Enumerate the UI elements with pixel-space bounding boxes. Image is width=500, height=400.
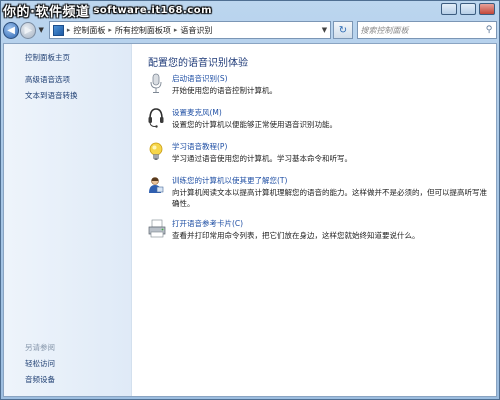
item-description: 查看并打印常用命令列表，把它们放在身边，这样您就始终知道要说什么。 (172, 231, 420, 240)
sidebar-item-audio-devices[interactable]: 音频设备 (25, 374, 55, 385)
content-area: 控制面板主页 高级语音选项 文本到语音转换 另请参阅 轻松访问 音频设备 配置您… (3, 43, 497, 397)
speech-tutorial-link[interactable]: 学习语音教程(P) (172, 141, 227, 152)
recent-pages-dropdown-icon[interactable]: ▼ (38, 26, 43, 34)
printer-icon (148, 219, 166, 238)
window-controls (441, 3, 495, 15)
item-description: 向计算机阅读文本以提高计算机理解您的语音的能力。这样做并不是必须的，但可以提高听… (172, 188, 487, 208)
item-description: 开始使用您的语音控制计算机。 (172, 86, 277, 95)
breadcrumb-item-all-items[interactable]: 所有控制面板项 (115, 25, 171, 36)
breadcrumb-separator-icon[interactable]: ▸ (174, 26, 178, 34)
control-panel-window: 你的·软件频道 software.it168.com ◀ ▶ ▼ ▸ 控制面板 … (0, 0, 500, 400)
list-item: 打开语音参考卡片(C) 查看并打印常用命令列表，把它们放在身边，这样您就始终知道… (145, 218, 490, 242)
list-item: 设置麦克风(M) 设置您的计算机以便能够正常使用语音识别功能。 (145, 107, 490, 131)
address-bar[interactable]: ▸ 控制面板 ▸ 所有控制面板项 ▸ 语音识别 ▼ (48, 21, 332, 39)
back-arrow-icon: ◀ (7, 24, 15, 36)
list-item: 学习语音教程(P) 学习通过语音使用您的计算机。学习基本命令和听写。 (145, 141, 490, 165)
page-title: 配置您的语音识别体验 (148, 58, 248, 69)
breadcrumb-item-control-panel[interactable]: 控制面板 (73, 25, 105, 36)
train-computer-link[interactable]: 训练您的计算机以使其更了解您(T) (172, 175, 287, 186)
list-item: 启动语音识别(S) 开始使用您的语音控制计算机。 (145, 73, 490, 97)
sidebar-item-control-panel-home[interactable]: 控制面板主页 (25, 52, 70, 63)
setup-microphone-link[interactable]: 设置麦克风(M) (172, 107, 222, 118)
control-panel-icon (52, 24, 64, 36)
speech-reference-card-link[interactable]: 打开语音参考卡片(C) (172, 218, 243, 229)
sidebar-item-text-to-speech[interactable]: 文本到语音转换 (25, 90, 78, 101)
breadcrumb-item-speech-recognition[interactable]: 语音识别 (180, 25, 212, 36)
watermark-site-name: 你的·软件频道 (3, 4, 90, 20)
back-button[interactable]: ◀ (3, 21, 20, 39)
watermark-url: software.it168.com (93, 4, 213, 16)
start-speech-recognition-link[interactable]: 启动语音识别(S) (172, 73, 228, 84)
maximize-button[interactable] (460, 3, 476, 15)
sidebar: 控制面板主页 高级语音选项 文本到语音转换 另请参阅 轻松访问 音频设备 (4, 44, 132, 396)
user-training-icon (149, 177, 164, 193)
search-input[interactable]: 搜索控制面板 (361, 25, 483, 36)
breadcrumb-separator-icon[interactable]: ▸ (108, 26, 112, 34)
main-panel: 配置您的语音识别体验 启动语音识别(S) 开始使用您的语音控制计算机。 设置麦克… (145, 44, 495, 396)
lightbulb-icon (149, 142, 163, 160)
address-dropdown-icon[interactable]: ▼ (318, 26, 330, 34)
sidebar-item-ease-of-access[interactable]: 轻松访问 (25, 358, 55, 369)
list-item: 训练您的计算机以使其更了解您(T) 向计算机阅读文本以提高计算机理解您的语音的能… (145, 175, 490, 209)
search-icon[interactable]: ⚲ (482, 25, 496, 35)
breadcrumb-separator-icon[interactable]: ▸ (67, 26, 71, 34)
see-also-heading: 另请参阅 (25, 343, 55, 352)
item-description: 设置您的计算机以便能够正常使用语音识别功能。 (172, 120, 337, 129)
microphone-icon (150, 73, 162, 93)
sidebar-item-advanced-speech-options[interactable]: 高级语音选项 (25, 74, 70, 85)
headset-icon (148, 108, 164, 128)
minimize-button[interactable] (441, 3, 457, 15)
item-description: 学习通过语音使用您的计算机。学习基本命令和听写。 (172, 154, 352, 163)
close-button[interactable] (479, 3, 495, 15)
forward-arrow-icon: ▶ (24, 24, 33, 36)
navigation-bar: ◀ ▶ ▼ ▸ 控制面板 ▸ 所有控制面板项 ▸ 语音识别 ▼ ↻ 搜索控制面板… (3, 19, 498, 41)
forward-button[interactable]: ▶ (20, 21, 37, 39)
watermark-banner: 你的·软件频道 software.it168.com (3, 2, 213, 20)
search-box[interactable]: 搜索控制面板 ⚲ (356, 21, 498, 39)
refresh-button[interactable]: ↻ (333, 21, 353, 39)
refresh-icon: ↻ (338, 24, 348, 36)
